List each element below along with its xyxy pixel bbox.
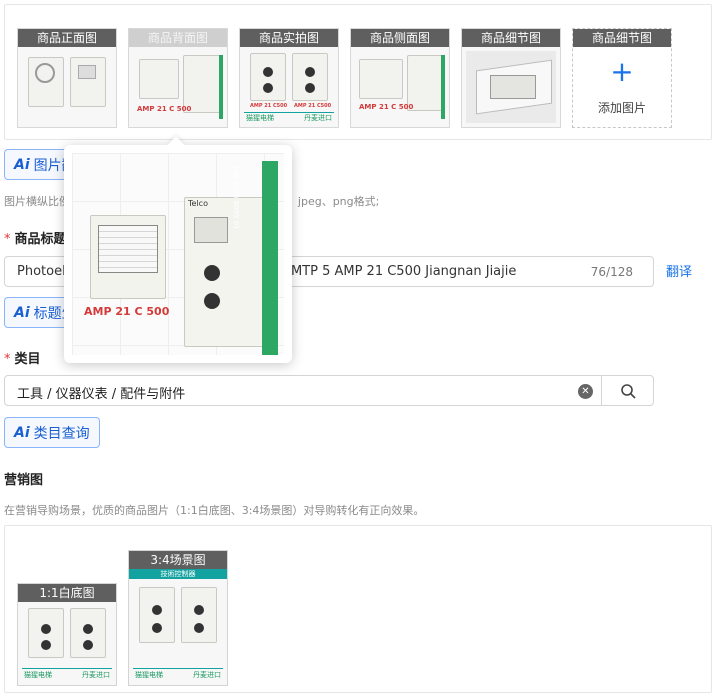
search-icon[interactable] [619, 382, 637, 400]
plus-icon: + [610, 55, 634, 88]
image-preview-popover: AMP 21 C 500 Telco 186 1336 8095 01 [64, 136, 292, 363]
marketing-image-square[interactable]: 1:1白底图 猫猩电梯 丹麦进口 [17, 583, 117, 686]
product-photo: AMP 21 C 500 [133, 51, 223, 123]
ai-icon: Ai [14, 156, 30, 173]
image-tag: 商品细节图 [573, 29, 671, 47]
category-query-button[interactable]: Ai 类目查询 [4, 417, 100, 448]
model-print: AMP 21 C 500 [84, 305, 170, 318]
add-image-label: 添加图片 [597, 101, 646, 115]
required-mark: * [4, 352, 11, 367]
caption-right: 丹麦进口 [304, 114, 332, 122]
gallery-image-front[interactable]: 商品正面图 [17, 28, 117, 128]
image-tag: 商品实拍图 [240, 29, 338, 47]
caption-right: 丹麦进口 [193, 671, 221, 679]
image-tag: 商品背面图 [129, 29, 227, 47]
marketing-image-box: 1:1白底图 猫猩电梯 丹麦进口 3:4场景图 技術控制器 猫猩电梯 丹麦进口 [4, 525, 712, 693]
product-photo: AMP 21 C500 AMP 21 C500 猫猩电梯 丹麦进口 [244, 51, 334, 123]
phone-print: 186 1336 8095 01 [232, 165, 240, 230]
product-image-gallery: 商品正面图 商品背面图 AMP 21 C 500 商品实拍图 AMP 21 C5… [4, 4, 712, 140]
image-tag: 1:1白底图 [18, 584, 116, 602]
gallery-image-real[interactable]: 商品实拍图 AMP 21 C500 AMP 21 C500 猫猩电梯 丹麦进口 [239, 28, 339, 128]
title-char-count: 76/128 [590, 265, 633, 279]
category-select[interactable]: 工具 / 仪器仪表 / 配件与附件 ✕ [4, 375, 654, 406]
gallery-image-detail[interactable]: 商品细节图 [461, 28, 561, 128]
caption-right: 丹麦进口 [82, 671, 110, 679]
marketing-hint: 在营销导购场景，优质的商品图片（1:1白底图、3:4场景图）对导购转化有正向效果… [4, 504, 425, 517]
model-print: AMP 21 C500 [250, 103, 288, 109]
preview-image: AMP 21 C 500 Telco 186 1336 8095 01 [72, 153, 284, 355]
required-mark: * [4, 232, 11, 247]
product-photo [466, 51, 556, 123]
model-print: AMP 21 C500 [294, 103, 332, 109]
model-print: AMP 21 C 500 [359, 103, 414, 111]
caption-left: 猫猩电梯 [135, 671, 163, 679]
brand-print: Telco [188, 199, 208, 208]
marketing-label: 营销图 [4, 473, 44, 488]
ai-icon: Ai [14, 304, 30, 321]
caption-left: 猫猩电梯 [246, 114, 274, 122]
caption-left: 猫猩电梯 [24, 671, 52, 679]
category-label: * 类目 [4, 352, 41, 367]
add-image-button[interactable]: 商品细节图 + 添加图片 [572, 28, 672, 128]
ai-icon: Ai [14, 424, 30, 441]
divider [601, 376, 602, 405]
image-tag: 商品细节图 [462, 29, 560, 47]
gallery-image-side[interactable]: 商品侧面图 AMP 21 C 500 [350, 28, 450, 128]
translate-link[interactable]: 翻译 [666, 261, 692, 280]
product-photo: 猫猩电梯 丹麦进口 [22, 606, 112, 681]
image-tag: 商品侧面图 [351, 29, 449, 47]
product-photo: AMP 21 C 500 [355, 51, 445, 123]
title-label: * 商品标题 [4, 232, 67, 247]
category-query-label: 类目查询 [33, 425, 90, 442]
product-photo: 猫猩电梯 丹麦进口 [133, 583, 223, 681]
gallery-image-back[interactable]: 商品背面图 AMP 21 C 500 [128, 28, 228, 128]
image-tag: 3:4场景图 [129, 551, 227, 569]
marketing-image-portrait[interactable]: 3:4场景图 技術控制器 猫猩电梯 丹麦进口 [128, 550, 228, 686]
product-photo [22, 51, 112, 123]
category-value: 工具 / 仪器仪表 / 配件与附件 [17, 387, 186, 402]
model-print: AMP 21 C 500 [137, 105, 192, 113]
image-tag: 商品正面图 [18, 29, 116, 47]
clear-icon[interactable]: ✕ [578, 384, 593, 399]
banner: 技術控制器 [129, 569, 227, 579]
